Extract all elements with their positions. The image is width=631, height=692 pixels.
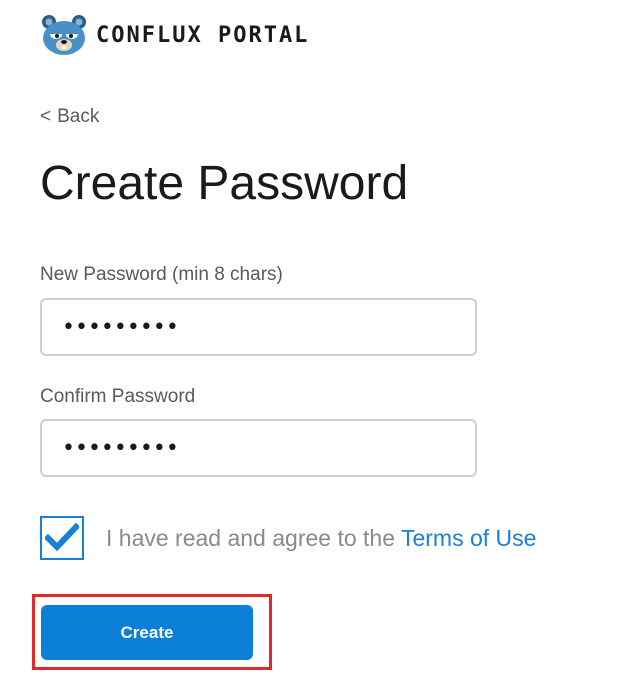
terms-of-use-link[interactable]: Terms of Use xyxy=(401,525,536,551)
confirm-password-label: Confirm Password xyxy=(40,386,196,407)
portal-header: CONFLUX PORTAL xyxy=(40,13,309,57)
page-title: Create Password xyxy=(40,157,409,210)
back-chevron-icon: < xyxy=(40,106,52,127)
new-password-input[interactable] xyxy=(40,298,477,356)
portal-logo-text: CONFLUX PORTAL xyxy=(96,22,310,48)
terms-checkbox[interactable] xyxy=(40,516,84,560)
checkmark-icon xyxy=(45,523,79,552)
back-link-label: Back xyxy=(57,106,100,127)
terms-text: I have read and agree to the Terms of Us… xyxy=(106,525,536,552)
bear-mascot-icon xyxy=(42,15,86,55)
create-button[interactable]: Create xyxy=(41,605,253,660)
confirm-password-input[interactable] xyxy=(40,419,477,477)
back-link[interactable]: < Back xyxy=(40,106,99,128)
create-password-page: CONFLUX PORTAL < Back Create Password New… xyxy=(0,0,631,692)
new-password-label: New Password (min 8 chars) xyxy=(40,264,283,285)
terms-row: I have read and agree to the Terms of Us… xyxy=(40,516,536,560)
terms-prefix: I have read and agree to the xyxy=(106,524,401,551)
